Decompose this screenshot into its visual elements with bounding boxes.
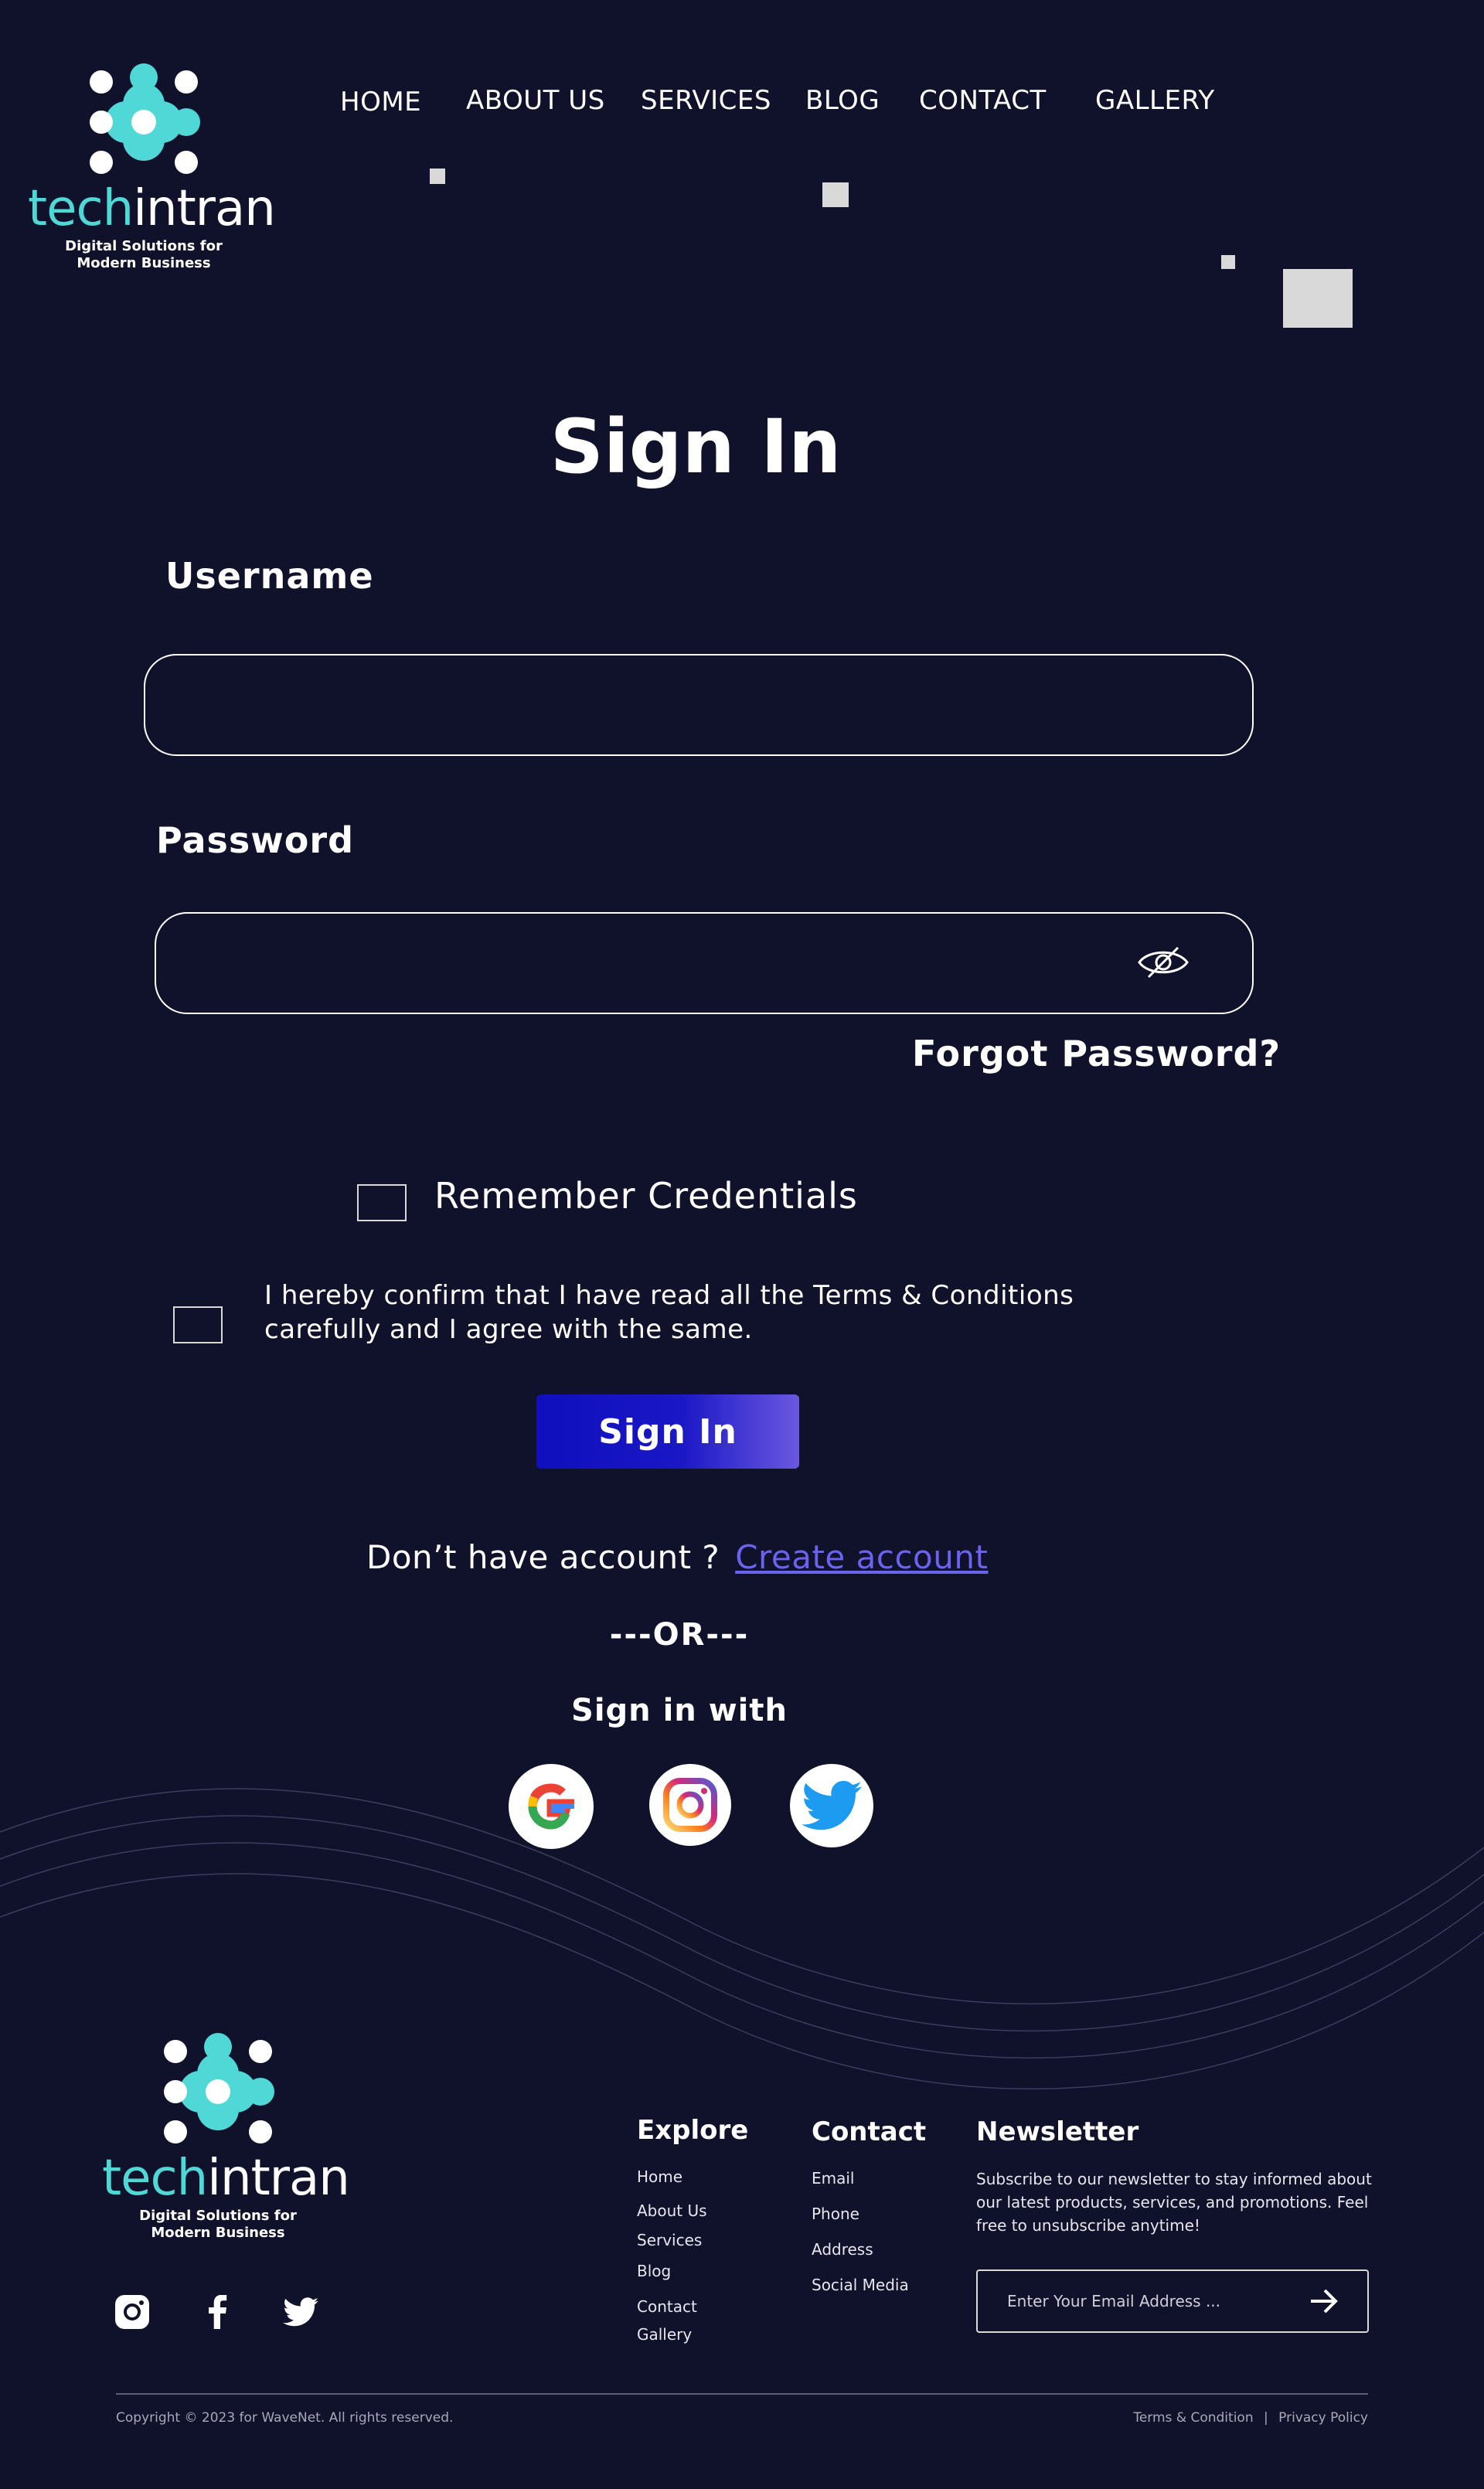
username-label: Username	[165, 555, 374, 597]
page-title: Sign In	[550, 403, 842, 490]
terms-link[interactable]: Terms & Condition	[1133, 2410, 1253, 2426]
footer-link-address[interactable]: Address	[812, 2240, 873, 2259]
create-account-link[interactable]: Create account	[735, 1538, 988, 1576]
username-input[interactable]	[144, 654, 1254, 756]
footer-divider	[116, 2393, 1368, 2395]
no-account-text: Don’t have account ?	[366, 1538, 720, 1576]
footer-link-services[interactable]: Services	[637, 2231, 702, 2249]
footer-link-phone[interactable]: Phone	[812, 2205, 859, 2223]
footer-link-about-us[interactable]: About Us	[637, 2201, 707, 2220]
decorative-square	[1283, 269, 1353, 328]
footer-contact-heading: Contact	[812, 2116, 927, 2147]
logo-tagline: Digital Solutions for Modern Business	[65, 238, 223, 271]
footer-twitter-link[interactable]	[281, 2293, 320, 2331]
remember-checkbox[interactable]	[357, 1184, 407, 1221]
decorative-square	[1221, 255, 1235, 269]
facebook-icon	[209, 2295, 227, 2329]
twitter-icon	[283, 2297, 318, 2327]
logo-word-intran: intran	[133, 180, 276, 237]
nav-about-us[interactable]: ABOUT US	[466, 85, 605, 116]
footer-link-blog[interactable]: Blog	[637, 2262, 671, 2280]
logo-mark-icon	[164, 2033, 274, 2143]
terms-text: I hereby confirm that I have read all th…	[264, 1280, 1074, 1345]
password-input[interactable]	[155, 912, 1254, 1014]
footer-facebook-link[interactable]	[198, 2293, 237, 2331]
footer-link-home[interactable]: Home	[637, 2167, 682, 2186]
password-label: Password	[156, 819, 354, 861]
forgot-password-link[interactable]: Forgot Password?	[912, 1033, 1281, 1074]
nav-home[interactable]: HOME	[340, 87, 421, 117]
logo-tagline: Digital Solutions for Modern Business	[139, 2208, 297, 2241]
eye-slash-icon[interactable]	[1136, 943, 1190, 982]
or-divider: ---OR---	[609, 1617, 750, 1653]
footer-explore-heading: Explore	[637, 2115, 749, 2146]
decorative-square	[822, 182, 849, 207]
logo-mark-icon	[90, 63, 200, 174]
footer-link-email[interactable]: Email	[812, 2169, 855, 2188]
logo-word-tech: tech	[28, 180, 134, 237]
nav-contact[interactable]: CONTACT	[919, 85, 1047, 116]
footer-instagram-link[interactable]	[113, 2293, 151, 2331]
terms-checkbox[interactable]	[173, 1306, 223, 1343]
nav-gallery[interactable]: GALLERY	[1095, 85, 1215, 116]
newsletter-description: Subscribe to our newsletter to stay info…	[976, 2170, 1372, 2235]
logo-wordmark: techintran	[28, 184, 276, 233]
footer-link-contact[interactable]: Contact	[637, 2297, 697, 2316]
footer-logo[interactable]: techintran Digital Solutions for Modern …	[102, 2030, 350, 2242]
header-logo[interactable]: techintran Digital Solutions for Modern …	[28, 60, 276, 272]
sign-in-button[interactable]: Sign In	[536, 1394, 799, 1469]
copyright-text: Copyright © 2023 for WaveNet. All rights…	[116, 2410, 454, 2426]
footer-link-gallery[interactable]: Gallery	[637, 2325, 692, 2344]
remember-label: Remember Credentials	[434, 1175, 858, 1217]
privacy-policy-link[interactable]: Privacy Policy	[1278, 2410, 1368, 2426]
social-signin-heading: Sign in with	[571, 1693, 788, 1728]
instagram-icon	[115, 2295, 149, 2329]
logo-word-intran: intran	[207, 2150, 350, 2207]
arrow-right-icon[interactable]	[1306, 2285, 1342, 2317]
nav-services[interactable]: SERVICES	[641, 85, 771, 116]
logo-wordmark: techintran	[102, 2154, 350, 2203]
legal-separator: |	[1264, 2410, 1268, 2426]
logo-word-tech: tech	[102, 2150, 208, 2207]
footer-link-social-media[interactable]: Social Media	[812, 2276, 909, 2294]
decorative-square	[430, 169, 445, 184]
no-account-prompt: Don’t have account ? Create account	[366, 1538, 988, 1576]
footer-newsletter-heading: Newsletter	[976, 2116, 1139, 2147]
legal-links: Terms & Condition | Privacy Policy	[1133, 2410, 1368, 2426]
nav-blog[interactable]: BLOG	[805, 85, 880, 116]
